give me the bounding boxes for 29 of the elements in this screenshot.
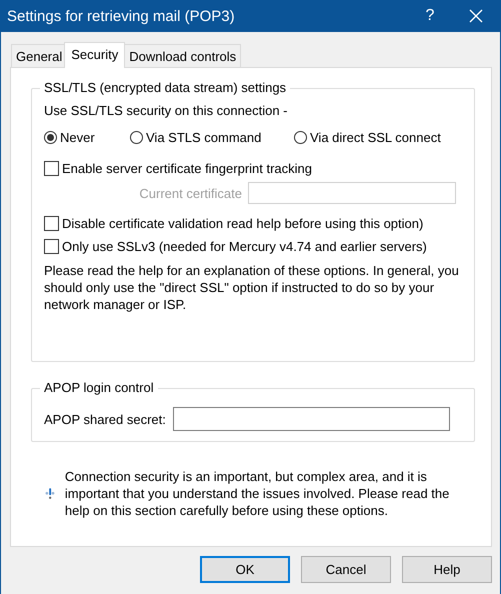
field-label: Current certificate bbox=[139, 186, 242, 200]
dialog-button[interactable]: Cancel bbox=[301, 556, 391, 583]
help-button[interactable]: ? bbox=[407, 7, 453, 25]
radio-button[interactable] bbox=[44, 131, 57, 144]
checkbox[interactable] bbox=[44, 239, 59, 254]
group-title: SSL/TLS (encrypted data stream) settings bbox=[44, 80, 286, 95]
certificate-field[interactable] bbox=[248, 182, 456, 204]
help-note: Please read the help for an explanation of these options. In general, you should only use the "direct SSL" option if instructed to do so by your network manager or ISP. bbox=[44, 262, 460, 313]
prompt-text: Use SSL/TLS security on this connection - bbox=[44, 103, 288, 118]
window-title: Settings for retrieving mail (POP3) bbox=[6, 8, 236, 24]
tab[interactable]: Security bbox=[64, 42, 126, 68]
info-text: Connection security is an important, but complex area, and it is important that you understand the issues involved. Please read the help on this section carefully before using these options. bbox=[64, 468, 450, 519]
group-title: APOP login control bbox=[44, 380, 154, 395]
radio-option[interactable]: Never bbox=[44, 130, 130, 145]
checkbox-option[interactable]: Enable server certificate fingerprint tracking bbox=[44, 161, 312, 176]
radio-option[interactable]: Via STLS command bbox=[130, 130, 294, 145]
checkbox-option[interactable]: Only use SSLv3 (needed for Mercury v4.74 and earlier servers) bbox=[44, 239, 427, 254]
field-label: APOP shared secret: bbox=[44, 412, 166, 426]
checkbox-option[interactable]: Disable certificate validation read help before using this option) bbox=[44, 216, 424, 231]
tab[interactable]: Download controls bbox=[124, 44, 242, 67]
secret-field[interactable] bbox=[172, 407, 450, 431]
radio-button[interactable] bbox=[130, 131, 143, 144]
checkbox[interactable] bbox=[44, 216, 59, 231]
checkbox[interactable] bbox=[44, 161, 59, 176]
dialog-button[interactable]: OK bbox=[200, 556, 290, 583]
radio-button[interactable] bbox=[294, 131, 307, 144]
close-icon[interactable] bbox=[469, 9, 483, 23]
radio-option[interactable]: Via direct SSL connect bbox=[294, 130, 441, 145]
dialog-button[interactable]: Help bbox=[402, 556, 492, 583]
